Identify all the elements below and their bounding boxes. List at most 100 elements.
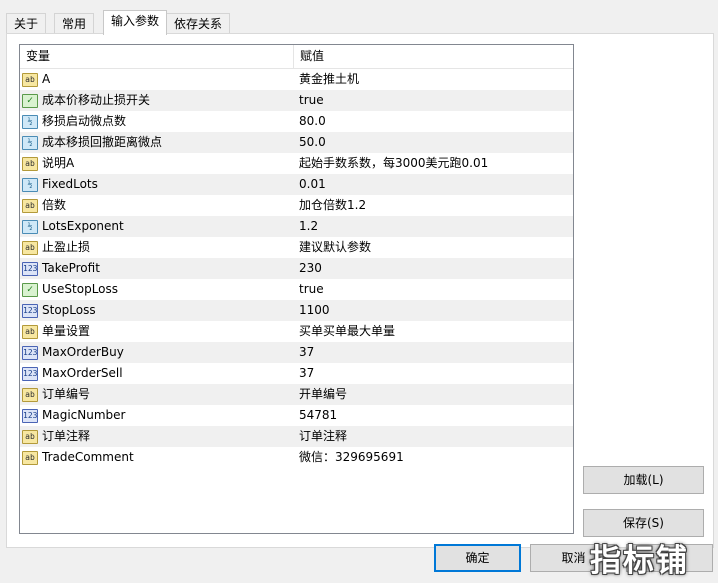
table-row[interactable]: 123 MaxOrderBuy 37 bbox=[20, 342, 573, 363]
table-row[interactable]: ½ 成本移损回撤距离微点 50.0 bbox=[20, 132, 573, 153]
value-cell[interactable]: true bbox=[294, 90, 324, 111]
variable-cell: ✓ 成本价移动止损开关 bbox=[20, 90, 294, 111]
table-row[interactable]: ½ LotsExponent 1.2 bbox=[20, 216, 573, 237]
variable-cell: ✓ UseStopLoss bbox=[20, 279, 294, 300]
table-header: 变量 赋值 bbox=[20, 45, 573, 69]
variable-cell: ½ LotsExponent bbox=[20, 216, 294, 237]
variable-cell: ab 说明A bbox=[20, 153, 294, 174]
table-row[interactable]: 123 MaxOrderSell 37 bbox=[20, 363, 573, 384]
table-row[interactable]: ✓ 成本价移动止损开关 true bbox=[20, 90, 573, 111]
table-row[interactable]: ✓ UseStopLoss true bbox=[20, 279, 573, 300]
table-row[interactable]: ab A 黄金推土机 bbox=[20, 69, 573, 90]
table-row[interactable]: ab 订单注释 订单注释 bbox=[20, 426, 573, 447]
value-cell[interactable]: 0.01 bbox=[294, 174, 326, 195]
value-cell[interactable]: 建议默认参数 bbox=[294, 237, 371, 258]
table-row[interactable]: ab 说明A 起始手数系数，每3000美元跑0.01 bbox=[20, 153, 573, 174]
variable-name: TakeProfit bbox=[42, 261, 100, 275]
variable-cell: ab 订单注释 bbox=[20, 426, 294, 447]
value-cell[interactable]: 黄金推土机 bbox=[294, 69, 359, 90]
variable-cell: ab 止盈止损 bbox=[20, 237, 294, 258]
parameters-table: 变量 赋值 ab A 黄金推土机 ✓ 成本价移动止损开关 true ½ 移损启动微点数 80.0… bbox=[19, 44, 574, 534]
value-cell[interactable]: 50.0 bbox=[294, 132, 326, 153]
table-row[interactable]: ab 单量设置 买单买单最大单量 bbox=[20, 321, 573, 342]
variable-name: MagicNumber bbox=[42, 408, 126, 422]
table-row[interactable]: ½ 移损启动微点数 80.0 bbox=[20, 111, 573, 132]
variable-name: MaxOrderBuy bbox=[42, 345, 124, 359]
string-type-icon: ab bbox=[22, 450, 38, 465]
variable-cell: ½ FixedLots bbox=[20, 174, 294, 195]
tab-dependencies[interactable]: 依存关系 bbox=[166, 13, 231, 34]
value-cell[interactable]: 80.0 bbox=[294, 111, 326, 132]
variable-cell: ab TradeComment bbox=[20, 447, 294, 468]
variable-cell: 123 MaxOrderSell bbox=[20, 363, 294, 384]
watermark-logo: 指标铺 bbox=[590, 543, 689, 579]
string-type-icon: ab bbox=[22, 429, 38, 444]
tab-common[interactable]: 常用 bbox=[54, 13, 95, 34]
table-row[interactable]: ½ FixedLots 0.01 bbox=[20, 174, 573, 195]
variable-name: 订单编号 bbox=[42, 387, 91, 401]
double-type-icon: ½ bbox=[22, 135, 38, 150]
table-body: ab A 黄金推土机 ✓ 成本价移动止损开关 true ½ 移损启动微点数 80.0 ½ 成本移损回… bbox=[20, 69, 573, 468]
table-row[interactable]: ab 止盈止损 建议默认参数 bbox=[20, 237, 573, 258]
value-cell[interactable]: 买单买单最大单量 bbox=[294, 321, 395, 342]
variable-cell: ½ 成本移损回撤距离微点 bbox=[20, 132, 294, 153]
integer-type-icon: 123 bbox=[22, 345, 38, 360]
variable-cell: 123 TakeProfit bbox=[20, 258, 294, 279]
string-type-icon: ab bbox=[22, 387, 38, 402]
string-type-icon: ab bbox=[22, 198, 38, 213]
ok-button[interactable]: 确定 bbox=[434, 544, 521, 572]
variable-name: StopLoss bbox=[42, 303, 96, 317]
variable-cell: ½ 移损启动微点数 bbox=[20, 111, 294, 132]
boolean-type-icon: ✓ bbox=[22, 282, 38, 297]
variable-cell: 123 MagicNumber bbox=[20, 405, 294, 426]
variable-name: 单量设置 bbox=[42, 324, 91, 338]
value-cell[interactable]: 微信：329695691 bbox=[294, 447, 404, 468]
variable-name: 移损启动微点数 bbox=[42, 114, 127, 128]
integer-type-icon: 123 bbox=[22, 261, 38, 276]
value-cell[interactable]: 1.2 bbox=[294, 216, 318, 237]
table-row[interactable]: ab 倍数 加仓倍数1.2 bbox=[20, 195, 573, 216]
double-type-icon: ½ bbox=[22, 177, 38, 192]
variable-name: A bbox=[42, 72, 51, 86]
variable-name: 止盈止损 bbox=[42, 240, 91, 254]
variable-name: 成本价移动止损开关 bbox=[42, 93, 151, 107]
value-cell[interactable]: 起始手数系数，每3000美元跑0.01 bbox=[294, 153, 488, 174]
string-type-icon: ab bbox=[22, 324, 38, 339]
table-row[interactable]: ab 订单编号 开单编号 bbox=[20, 384, 573, 405]
variable-name: TradeComment bbox=[42, 450, 134, 464]
variable-cell: 123 StopLoss bbox=[20, 300, 294, 321]
value-cell[interactable]: 230 bbox=[294, 258, 322, 279]
value-cell[interactable]: 加仓倍数1.2 bbox=[294, 195, 366, 216]
table-row[interactable]: 123 MagicNumber 54781 bbox=[20, 405, 573, 426]
variable-name: MaxOrderSell bbox=[42, 366, 123, 380]
tab-inputs[interactable]: 输入参数 bbox=[103, 10, 168, 35]
double-type-icon: ½ bbox=[22, 219, 38, 234]
tab-about[interactable]: 关于 bbox=[6, 13, 47, 34]
double-type-icon: ½ bbox=[22, 114, 38, 129]
variable-cell: 123 MaxOrderBuy bbox=[20, 342, 294, 363]
value-cell[interactable]: 订单注释 bbox=[294, 426, 347, 447]
value-cell[interactable]: true bbox=[294, 279, 324, 300]
integer-type-icon: 123 bbox=[22, 303, 38, 318]
integer-type-icon: 123 bbox=[22, 366, 38, 381]
value-cell[interactable]: 开单编号 bbox=[294, 384, 347, 405]
variable-name: FixedLots bbox=[42, 177, 98, 191]
table-row[interactable]: 123 TakeProfit 230 bbox=[20, 258, 573, 279]
variable-cell: ab 单量设置 bbox=[20, 321, 294, 342]
column-header-value[interactable]: 赋值 bbox=[294, 45, 324, 68]
load-button[interactable]: 加载(L) bbox=[583, 466, 704, 494]
variable-name: 成本移损回撤距离微点 bbox=[42, 135, 163, 149]
save-button[interactable]: 保存(S) bbox=[583, 509, 704, 537]
value-cell[interactable]: 37 bbox=[294, 363, 314, 384]
table-row[interactable]: ab TradeComment 微信：329695691 bbox=[20, 447, 573, 468]
boolean-type-icon: ✓ bbox=[22, 93, 38, 108]
string-type-icon: ab bbox=[22, 240, 38, 255]
value-cell[interactable]: 54781 bbox=[294, 405, 337, 426]
table-row[interactable]: 123 StopLoss 1100 bbox=[20, 300, 573, 321]
variable-cell: ab A bbox=[20, 69, 294, 90]
variable-name: 订单注释 bbox=[42, 429, 91, 443]
value-cell[interactable]: 37 bbox=[294, 342, 314, 363]
variable-name: 说明A bbox=[42, 156, 75, 170]
value-cell[interactable]: 1100 bbox=[294, 300, 330, 321]
column-header-variable[interactable]: 变量 bbox=[20, 45, 294, 68]
